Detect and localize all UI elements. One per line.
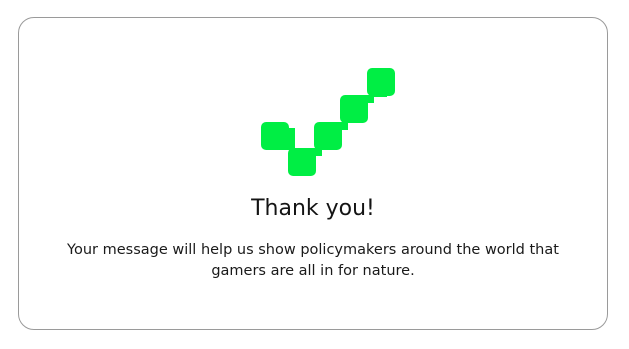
checkmark-joint xyxy=(320,128,334,150)
checkmark-joint xyxy=(373,75,387,97)
checkmark-joint xyxy=(334,122,348,130)
confirmation-message: Your message will help us show policymak… xyxy=(67,242,559,279)
checkmark-icon xyxy=(261,68,395,176)
checkmark-joint xyxy=(360,95,374,103)
confirmation-card: Thank you! Your message will help us sho… xyxy=(18,17,608,330)
thank-you-heading: Thank you! xyxy=(251,196,375,221)
checkmark-joint xyxy=(346,101,360,123)
checkmark-joint xyxy=(308,148,322,156)
checkmark-joint xyxy=(281,128,295,150)
checkmark-joint xyxy=(294,148,308,156)
